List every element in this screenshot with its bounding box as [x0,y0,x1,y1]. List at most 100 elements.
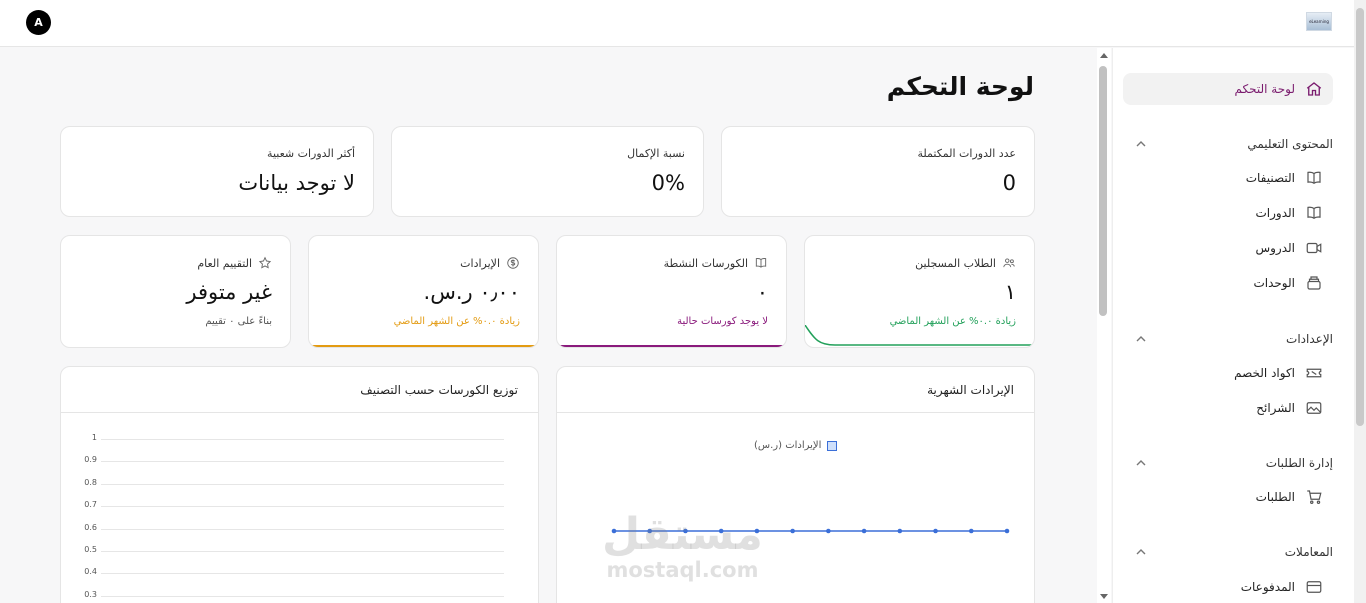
star-icon [258,256,272,269]
sidebar: لوحة التحكم المحتوى التعليمي التصنيفات ا… [1112,48,1354,603]
top-bar: A eLearning [0,0,1366,47]
gridline [101,506,504,508]
stat-label: أكثر الدورات شعبية [267,147,355,160]
stat-card-popular: أكثر الدورات شعبية لا توجد بيانات [60,126,374,217]
stat-card-students: الطلاب المسجلين ١ زيادة ٠.٠% عن الشهر ال… [804,235,1035,348]
revenue-point[interactable] [897,528,903,534]
y-tick-label: 0.4 [84,567,97,577]
y-tick-label: 0.6 [84,522,97,532]
stat-card-completion: نسبة الإكمال 0% [391,126,704,217]
dollar-icon [507,257,519,269]
sidebar-group-content[interactable]: المحتوى التعليمي [1123,137,1333,151]
y-tick-label: 0.8 [84,477,97,487]
y-tick-label: 0.7 [84,500,97,510]
sidebar-item-label: اكواد الخصم [1234,366,1295,380]
group-title-label: الإعدادات [1286,332,1333,346]
page-title: لوحة التحكم [886,72,1034,101]
stat-sub: زيادة ٠.٠% عن الشهر الماضي [393,316,520,327]
revenue-point[interactable] [933,528,938,534]
gridline [101,528,504,530]
stat-label: نسبة الإكمال [627,147,685,160]
y-tick-label: 1 [91,433,97,442]
y-tick-label: 0.9 [84,455,97,465]
sidebar-item-dashboard[interactable]: لوحة التحكم [1123,73,1333,105]
window-scrollbar-thumb[interactable] [1356,8,1364,426]
sidebar-item-label: الدروس [1255,241,1295,255]
sidebar-group-transactions[interactable]: المعاملات [1123,545,1333,559]
distribution-chart-card: توزيع الكورسات حسب التصنيف 1 0.9 0.8 0.7 0.6… [60,366,539,603]
stat-label: عدد الدورات المكتملة [917,147,1016,160]
group-title-label: إدارة الطلبات [1265,456,1333,470]
stat-card-completed: عدد الدورات المكتملة 0 [721,126,1035,217]
home-icon [1306,82,1322,96]
gridline [101,595,504,597]
user-avatar[interactable]: A [26,10,51,35]
stat-value: ٠ [756,280,768,304]
watermark-arabic: مستقل [602,509,763,560]
gridline [101,439,504,440]
sidebar-item-payments[interactable]: المدفوعات [1123,572,1333,602]
sidebar-item-label: الوحدات [1253,276,1295,290]
sidebar-item-categories[interactable]: التصنيفات [1123,163,1333,193]
sidebar-item-label: المدفوعات [1240,580,1295,594]
book-icon [1307,171,1321,184]
scroll-up-arrow[interactable] [1100,53,1108,58]
window-scrollbar[interactable] [1354,0,1366,603]
sidebar-group-settings[interactable]: الإعدادات [1123,332,1333,346]
sidebar-item-courses[interactable]: الدورات [1123,198,1333,228]
group-title-label: المعاملات [1284,545,1333,559]
chevron-up-icon [1136,549,1146,555]
stat-card-courses: الكورسات النشطة ٠ لا يوجد كورسات حالية [556,235,787,348]
watermark-english: mostaql.com [606,558,759,582]
sidebar-item-orders[interactable]: الطلبات [1123,482,1333,512]
chevron-up-icon [1136,460,1146,466]
main-scrollbar[interactable] [1097,48,1111,603]
sidebar-item-label: لوحة التحكم [1234,82,1296,96]
sidebar-item-sliders[interactable]: الشرائح [1123,393,1333,423]
sidebar-group-orders[interactable]: إدارة الطلبات [1123,456,1333,470]
sidebar-item-lessons[interactable]: الدروس [1123,233,1333,263]
sidebar-item-label: الطلبات [1255,490,1295,504]
stat-sub: لا يوجد كورسات حالية [677,316,768,327]
stat-value: غير متوفر [186,280,272,304]
stat-value: ٠٫٠٠ ر.س. [423,280,520,304]
revenue-point[interactable] [826,528,831,534]
scroll-down-arrow[interactable] [1100,594,1108,599]
main-scrollbar-thumb[interactable] [1099,66,1107,316]
stat-value: لا توجد بيانات [238,171,355,195]
app-logo[interactable]: eLearning [1306,12,1332,31]
video-icon [1306,242,1322,254]
revenue-point[interactable] [790,528,795,534]
image-icon [1306,402,1322,414]
chevron-up-icon [1136,141,1146,147]
sidebar-item-label: الشرائح [1256,401,1295,415]
stat-label-text: الطلاب المسجلين [915,256,996,270]
revenue-point[interactable] [968,528,974,534]
ticket-icon [1306,368,1322,378]
chevron-up-icon [1136,336,1146,342]
watermark: مستقل mostaql.com [602,509,763,583]
stat-label: الطلاب المسجلين [915,256,1016,270]
sidebar-item-units[interactable]: الوحدات [1123,268,1333,298]
sidebar-item-coupons[interactable]: اكواد الخصم [1123,358,1333,388]
stat-card-revenue: الإيرادات ٠٫٠٠ ر.س. زيادة ٠.٠% عن الشهر … [308,235,539,348]
gridline [101,573,504,575]
book-icon [755,258,767,268]
gridline [101,551,504,552]
stat-label-text: التقييم العام [197,256,252,270]
stat-sub: بناءً على ٠ تقييم [205,316,272,327]
stat-value: 0 [1002,171,1016,195]
layers-icon [1307,276,1321,290]
students-trend-line [805,325,1034,346]
stat-label: الإيرادات [460,256,520,270]
logo-text: eLearning [1309,19,1329,24]
stat-label-text: الكورسات النشطة [663,256,748,270]
y-tick-label: 0.5 [84,545,97,554]
stat-label: التقييم العام [197,256,272,270]
gridline [101,461,504,463]
group-title-label: المحتوى التعليمي [1247,137,1333,151]
cart-icon [1307,490,1322,504]
revenue-point[interactable] [1004,528,1010,534]
revenue-point[interactable] [861,528,867,534]
stat-value: ١ [1004,280,1016,304]
